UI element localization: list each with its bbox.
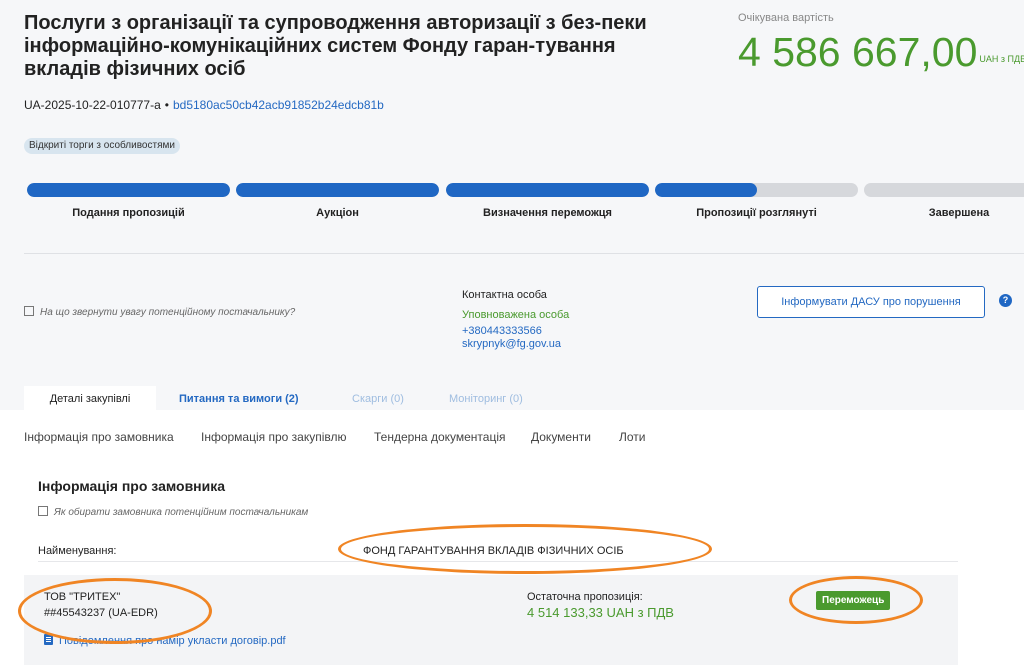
id-separator: • bbox=[164, 98, 169, 112]
subnav-lots[interactable]: Лоти bbox=[619, 430, 645, 444]
tab-complaints[interactable]: Скарги (0) bbox=[352, 386, 404, 410]
contact-heading: Контактна особа bbox=[462, 289, 547, 301]
stage-fill bbox=[236, 183, 439, 197]
stage-label-winner: Визначення переможця bbox=[483, 207, 612, 219]
customer-name-label: Найменування: bbox=[38, 545, 117, 557]
tab-monitoring[interactable]: Моніторинг (0) bbox=[449, 386, 523, 410]
stage-label-completed: Завершена bbox=[928, 207, 990, 219]
final-offer-label: Остаточна пропозиція: bbox=[527, 591, 643, 603]
customer-hint-link[interactable]: Як обирати замовника потенційним постача… bbox=[38, 506, 308, 518]
stage-fill bbox=[446, 183, 649, 197]
contact-role: Уповноважена особа bbox=[462, 309, 570, 321]
external-link-icon bbox=[38, 506, 48, 516]
report-dasu-button[interactable]: Інформувати ДАСУ про порушення bbox=[757, 286, 985, 318]
annotation-ellipse-winner-company bbox=[18, 578, 212, 644]
stage-bar-submission bbox=[27, 183, 230, 197]
supplier-hint-link[interactable]: На що звернути увагу потенційному постач… bbox=[24, 306, 295, 318]
tab-procurement-details[interactable]: Деталі закупівлі bbox=[24, 386, 156, 410]
annotation-ellipse-customer-name bbox=[338, 524, 712, 574]
contact-email[interactable]: skrypnyk@fg.gov.ua bbox=[462, 338, 561, 350]
subnav-tender-docs[interactable]: Тендерна документація bbox=[374, 430, 506, 444]
supplier-hint-text: На що звернути увагу потенційному постач… bbox=[40, 307, 296, 318]
tab-questions[interactable]: Питання та вимоги (2) bbox=[179, 386, 299, 410]
tender-title: Послуги з організації та супроводження а… bbox=[24, 12, 647, 80]
expected-value-label: Очікувана вартість bbox=[738, 12, 834, 24]
tender-id: UA-2025-10-22-010777-a bbox=[24, 98, 161, 112]
contact-phone[interactable]: +380443333566 bbox=[462, 325, 542, 337]
stage-fill bbox=[655, 183, 757, 197]
stage-label-reviewed: Пропозиції розглянуті bbox=[696, 207, 817, 219]
stage-label-auction: Аукціон bbox=[316, 207, 359, 219]
header-divider bbox=[24, 253, 1024, 254]
stage-label-submission: Подання пропозицій bbox=[72, 207, 185, 219]
external-link-icon bbox=[24, 306, 34, 316]
customer-hint-text: Як обирати замовника потенційним постача… bbox=[54, 507, 309, 518]
expected-value-amount: 4 586 667,00 bbox=[738, 29, 978, 75]
help-icon[interactable]: ? bbox=[999, 294, 1012, 307]
subnav-documents[interactable]: Документи bbox=[531, 430, 591, 444]
annotation-ellipse-winner-badge bbox=[789, 576, 923, 624]
stage-bar-auction bbox=[236, 183, 439, 197]
stage-fill bbox=[27, 183, 230, 197]
expected-value: 4 586 667,00 UAH з ПДВ bbox=[738, 28, 1024, 83]
subnav-customer-info[interactable]: Інформація про замовника bbox=[24, 430, 174, 444]
subnav-procurement-info[interactable]: Інформація про закупівлю bbox=[201, 430, 346, 444]
expected-value-currency: UAH з ПДВ bbox=[979, 54, 1024, 64]
procedure-type-badge: Відкриті торги з особливостями bbox=[24, 138, 180, 154]
final-offer-value: 4 514 133,33 UAH з ПДВ bbox=[527, 605, 674, 620]
stage-bar-reviewed bbox=[655, 183, 858, 197]
stage-bar-winner bbox=[446, 183, 649, 197]
section-title: Інформація про замовника bbox=[38, 478, 226, 494]
tender-identifiers: UA-2025-10-22-010777-a • bd5180ac50cb42acb… bbox=[24, 98, 384, 112]
stage-bar-completed bbox=[864, 183, 1024, 197]
tender-hash-link[interactable]: bd5180ac50cb42acb91852b24edcb81b bbox=[173, 98, 384, 112]
